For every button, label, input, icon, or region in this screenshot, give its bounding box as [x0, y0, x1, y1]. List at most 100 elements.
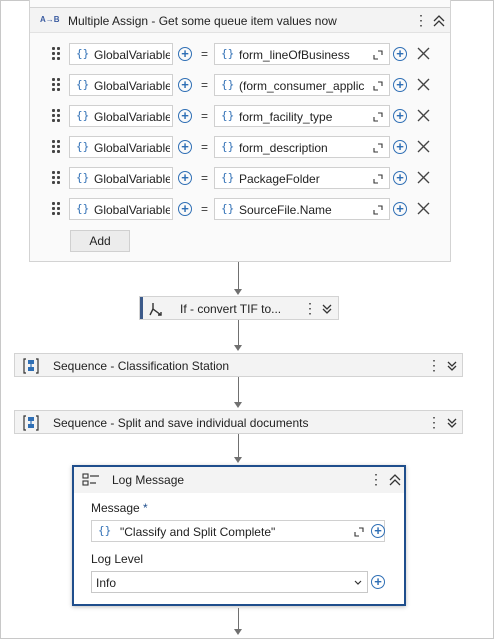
equals-sign: = [201, 171, 209, 185]
open-editor-icon[interactable] [373, 81, 383, 91]
sequence-classification-station[interactable]: Sequence - Classification Station ⋮ [14, 353, 463, 377]
expand-icon[interactable] [321, 303, 333, 315]
drag-handle-icon[interactable] [52, 47, 60, 61]
expression-braces-icon: {} [76, 109, 90, 122]
multiple-assign-title: Multiple Assign - Get some queue item va… [68, 14, 337, 28]
assign-to-input[interactable]: {} GlobalVariables [69, 74, 173, 96]
more-options-icon[interactable]: ⋮ [427, 415, 441, 429]
log-message-header[interactable]: Log Message ⋮ [74, 467, 404, 493]
required-marker: * [143, 501, 148, 515]
more-options-icon[interactable]: ⋮ [427, 358, 441, 372]
add-assignment-button[interactable]: Add [70, 230, 130, 252]
assignment-row[interactable]: {} GlobalVariables + = {} SourceFile.Nam… [30, 197, 450, 221]
assign-to-value: GlobalVariables [94, 110, 170, 124]
assign-to-input[interactable]: {} GlobalVariables [69, 43, 173, 65]
expand-icon[interactable] [446, 360, 458, 372]
sequence-icon [23, 358, 39, 374]
value-text: SourceFile.Name [239, 203, 332, 217]
message-input[interactable]: {} "Classify and Split Complete" + [91, 520, 385, 542]
add-variable-icon[interactable]: + [393, 78, 407, 92]
equals-sign: = [201, 47, 209, 61]
delete-row-icon[interactable] [417, 171, 430, 184]
assign-icon: A→B [40, 15, 60, 24]
drag-handle-icon[interactable] [52, 202, 60, 216]
add-variable-icon[interactable]: + [393, 109, 407, 123]
open-editor-icon[interactable] [373, 174, 383, 184]
multiple-assign-activity[interactable]: A→B Multiple Assign - Get some queue ite… [29, 0, 451, 262]
log-level-select[interactable]: Info [91, 571, 368, 593]
connector-arrow [234, 457, 242, 463]
expand-icon[interactable] [446, 417, 458, 429]
equals-sign: = [201, 109, 209, 123]
add-variable-icon[interactable]: + [371, 524, 385, 538]
drag-handle-icon[interactable] [52, 171, 60, 185]
assignment-row[interactable]: {} GlobalVariables + = {} (form_consumer… [30, 73, 450, 97]
add-variable-icon[interactable]: + [393, 47, 407, 61]
add-variable-icon[interactable]: + [178, 171, 192, 185]
add-variable-icon[interactable]: + [178, 140, 192, 154]
add-variable-icon[interactable]: + [393, 140, 407, 154]
value-input[interactable]: {} SourceFile.Name [214, 198, 390, 220]
equals-sign: = [201, 202, 209, 216]
open-editor-icon[interactable] [373, 50, 383, 60]
delete-row-icon[interactable] [417, 47, 430, 60]
value-input[interactable]: {} form_description [214, 136, 390, 158]
sequence-split-and-save[interactable]: Sequence - Split and save individual doc… [14, 410, 463, 434]
assignment-row[interactable]: {} GlobalVariables + = {} PackageFolder … [30, 166, 450, 190]
connector-arrow [234, 629, 242, 635]
add-variable-icon[interactable]: + [393, 171, 407, 185]
equals-sign: = [201, 78, 209, 92]
drag-handle-icon[interactable] [52, 109, 60, 123]
collapse-icon[interactable] [431, 13, 447, 29]
add-variable-icon[interactable]: + [393, 202, 407, 216]
log-level-label: Log Level [91, 552, 144, 566]
add-variable-icon[interactable]: + [178, 78, 192, 92]
assign-to-input[interactable]: {} GlobalVariables [69, 198, 173, 220]
add-variable-icon[interactable]: + [178, 109, 192, 123]
multiple-assign-header[interactable]: A→B Multiple Assign - Get some queue ite… [30, 7, 450, 33]
add-variable-icon[interactable]: + [178, 202, 192, 216]
add-variable-icon[interactable]: + [371, 575, 385, 589]
more-options-icon[interactable]: ⋮ [369, 472, 383, 486]
assign-to-value: GlobalVariables [94, 203, 170, 217]
assign-to-input[interactable]: {} GlobalVariables [69, 105, 173, 127]
value-input[interactable]: {} form_lineOfBusiness [214, 43, 390, 65]
delete-row-icon[interactable] [417, 140, 430, 153]
open-editor-icon[interactable] [373, 205, 383, 215]
more-options-icon[interactable]: ⋮ [303, 301, 317, 315]
delete-row-icon[interactable] [417, 202, 430, 215]
assignment-row[interactable]: {} GlobalVariables + = {} form_facility_… [30, 104, 450, 128]
open-editor-icon[interactable] [354, 527, 364, 537]
assign-to-input[interactable]: {} GlobalVariables [69, 167, 173, 189]
add-variable-icon[interactable]: + [178, 47, 192, 61]
assignment-row[interactable]: {} GlobalVariables + = {} form_lineOfBus… [30, 42, 450, 66]
expression-braces-icon: {} [76, 171, 90, 184]
connector-line [238, 320, 239, 348]
drag-handle-icon[interactable] [52, 140, 60, 154]
expression-braces-icon: {} [221, 78, 235, 91]
collapse-icon[interactable] [387, 472, 403, 488]
log-message-activity[interactable]: Log Message ⋮ Message * {} "Classify and… [72, 465, 406, 606]
delete-row-icon[interactable] [417, 109, 430, 122]
more-options-icon[interactable]: ⋮ [414, 13, 428, 27]
sequence-title: Sequence - Classification Station [53, 359, 230, 373]
value-input[interactable]: {} PackageFolder [214, 167, 390, 189]
activity-accent [140, 297, 143, 319]
value-input[interactable]: {} (form_consumer_applic [214, 74, 390, 96]
open-editor-icon[interactable] [373, 143, 383, 153]
message-label-text: Message [91, 501, 140, 515]
value-text: (form_consumer_applic [239, 79, 365, 93]
connector-arrow [234, 345, 242, 351]
assign-to-value: GlobalVariables [94, 141, 170, 155]
message-value: "Classify and Split Complete" [120, 525, 276, 539]
value-text: form_facility_type [239, 110, 333, 124]
if-activity[interactable]: If - convert TIF to... ⋮ [139, 296, 339, 320]
delete-row-icon[interactable] [417, 78, 430, 91]
open-editor-icon[interactable] [373, 112, 383, 122]
drag-handle-icon[interactable] [52, 78, 60, 92]
value-input[interactable]: {} form_facility_type [214, 105, 390, 127]
chevron-down-icon [354, 580, 362, 585]
assignment-row[interactable]: {} GlobalVariables + = {} form_descripti… [30, 135, 450, 159]
message-label: Message * [91, 501, 148, 515]
assign-to-input[interactable]: {} GlobalVariables [69, 136, 173, 158]
